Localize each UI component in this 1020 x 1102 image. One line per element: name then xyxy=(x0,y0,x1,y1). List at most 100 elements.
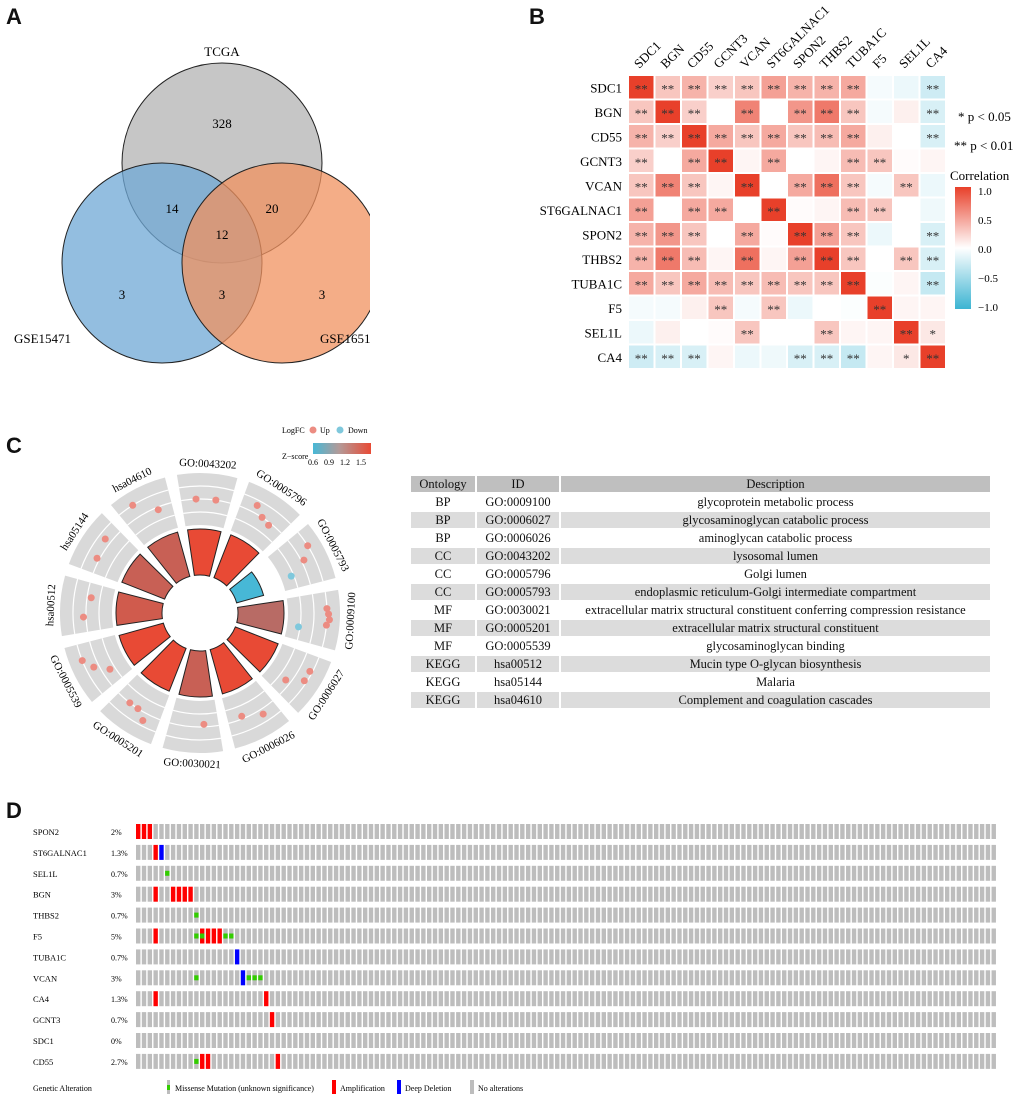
sample-cell xyxy=(362,1012,368,1028)
sample-cell xyxy=(310,886,315,902)
sample-cell xyxy=(747,824,752,839)
sample-cell xyxy=(461,949,467,965)
sample-cell xyxy=(560,844,566,860)
sample-cell xyxy=(252,844,257,860)
sample-cell xyxy=(944,949,950,965)
description-cell: Complement and coagulation cascades xyxy=(561,692,990,708)
sample-cell xyxy=(467,949,473,965)
sample-cell xyxy=(665,928,671,944)
sample-cell xyxy=(269,928,275,944)
sample-cell xyxy=(159,970,164,986)
sample-cell xyxy=(770,970,775,986)
sample-cell xyxy=(200,949,205,965)
sample-cell xyxy=(537,865,542,881)
sample-cell xyxy=(281,1033,286,1048)
sample-cell xyxy=(217,928,222,944)
sample-cell xyxy=(910,949,915,965)
sample-cell xyxy=(374,824,380,839)
legend-label: Amplification xyxy=(340,1084,385,1093)
sample-cell xyxy=(671,1053,676,1069)
sample-cell xyxy=(217,970,222,986)
sample-cell xyxy=(543,844,548,860)
sample-cell xyxy=(799,1053,804,1069)
sample-cell xyxy=(537,1012,542,1028)
sample-cell xyxy=(694,865,700,881)
sample-cell xyxy=(188,907,193,923)
sample-cell xyxy=(322,824,327,839)
sample-cell xyxy=(316,1033,321,1048)
sample-cell xyxy=(170,865,176,881)
sample-cell xyxy=(648,865,653,881)
sample-cell xyxy=(671,886,676,902)
sample-cell xyxy=(880,1033,886,1048)
sample-cell xyxy=(537,949,542,965)
sample-cell xyxy=(601,907,606,923)
sample-cell xyxy=(380,886,385,902)
sample-cell xyxy=(304,970,310,986)
sample-cell xyxy=(415,991,420,1007)
sample-cell xyxy=(578,1033,583,1048)
sample-cell xyxy=(741,949,746,965)
sample-cell xyxy=(444,970,449,986)
sample-cell xyxy=(718,865,723,881)
sample-cell xyxy=(357,886,362,902)
sample-cell xyxy=(345,886,350,902)
sample-cell xyxy=(386,949,391,965)
sample-cell xyxy=(613,865,618,881)
sample-cell xyxy=(857,1012,863,1028)
sample-cell xyxy=(362,949,368,965)
sample-cell xyxy=(473,991,478,1007)
sample-cell xyxy=(991,824,996,839)
sample-cell xyxy=(310,928,315,944)
ontology-cell: BP xyxy=(411,530,477,546)
sample-cell xyxy=(525,1012,531,1028)
sample-cell xyxy=(578,824,583,839)
sample-cell xyxy=(293,1033,298,1048)
sample-cell xyxy=(950,844,956,860)
sample-cell xyxy=(345,1053,350,1069)
sample-cell xyxy=(875,844,880,860)
sample-cell xyxy=(298,865,304,881)
sample-cell xyxy=(566,1053,572,1069)
sample-cell xyxy=(339,907,345,923)
sample-cell xyxy=(723,1012,729,1028)
heatmap-cell xyxy=(708,247,733,270)
sample-cell xyxy=(386,970,391,986)
sample-cell xyxy=(665,865,671,881)
heatmap-cell xyxy=(655,321,680,344)
sample-cell xyxy=(555,991,560,1007)
sample-cell xyxy=(543,865,548,881)
sample-cell xyxy=(793,991,799,1007)
significance-marker: ** xyxy=(635,253,648,268)
sample-cell xyxy=(910,991,915,1007)
sample-cell xyxy=(246,928,251,944)
sample-cell xyxy=(595,824,601,839)
significance-marker: ** xyxy=(926,351,939,366)
sample-cell xyxy=(432,886,438,902)
sample-cell xyxy=(671,1012,676,1028)
sample-cell xyxy=(345,991,350,1007)
table-row: BP GO:0006026 aminoglycan catabolic proces… xyxy=(411,530,990,546)
sample-cell xyxy=(223,907,228,923)
sample-cell xyxy=(467,865,473,881)
heatmap-cell xyxy=(841,296,866,319)
significance-marker: ** xyxy=(688,277,701,292)
sample-cell xyxy=(729,949,735,965)
sample-cell xyxy=(764,949,769,965)
sample-cell xyxy=(642,886,647,902)
sample-cell xyxy=(392,886,397,902)
sample-cell xyxy=(758,991,764,1007)
sample-cell xyxy=(979,1012,985,1028)
heatmap-cell xyxy=(682,296,707,319)
description-cell: lysosomal lumen xyxy=(561,548,990,564)
heatmap-cell xyxy=(655,296,680,319)
sample-cell xyxy=(665,1033,671,1048)
oncoprint-gene-label: CD55 xyxy=(33,1057,53,1067)
oncoprint-percent: 2% xyxy=(111,828,122,837)
sample-cell xyxy=(595,991,601,1007)
sample-cell xyxy=(799,1033,804,1048)
sample-cell xyxy=(392,970,397,986)
sample-cell xyxy=(194,824,199,839)
sample-cell xyxy=(811,907,816,923)
sample-cell xyxy=(828,928,833,944)
